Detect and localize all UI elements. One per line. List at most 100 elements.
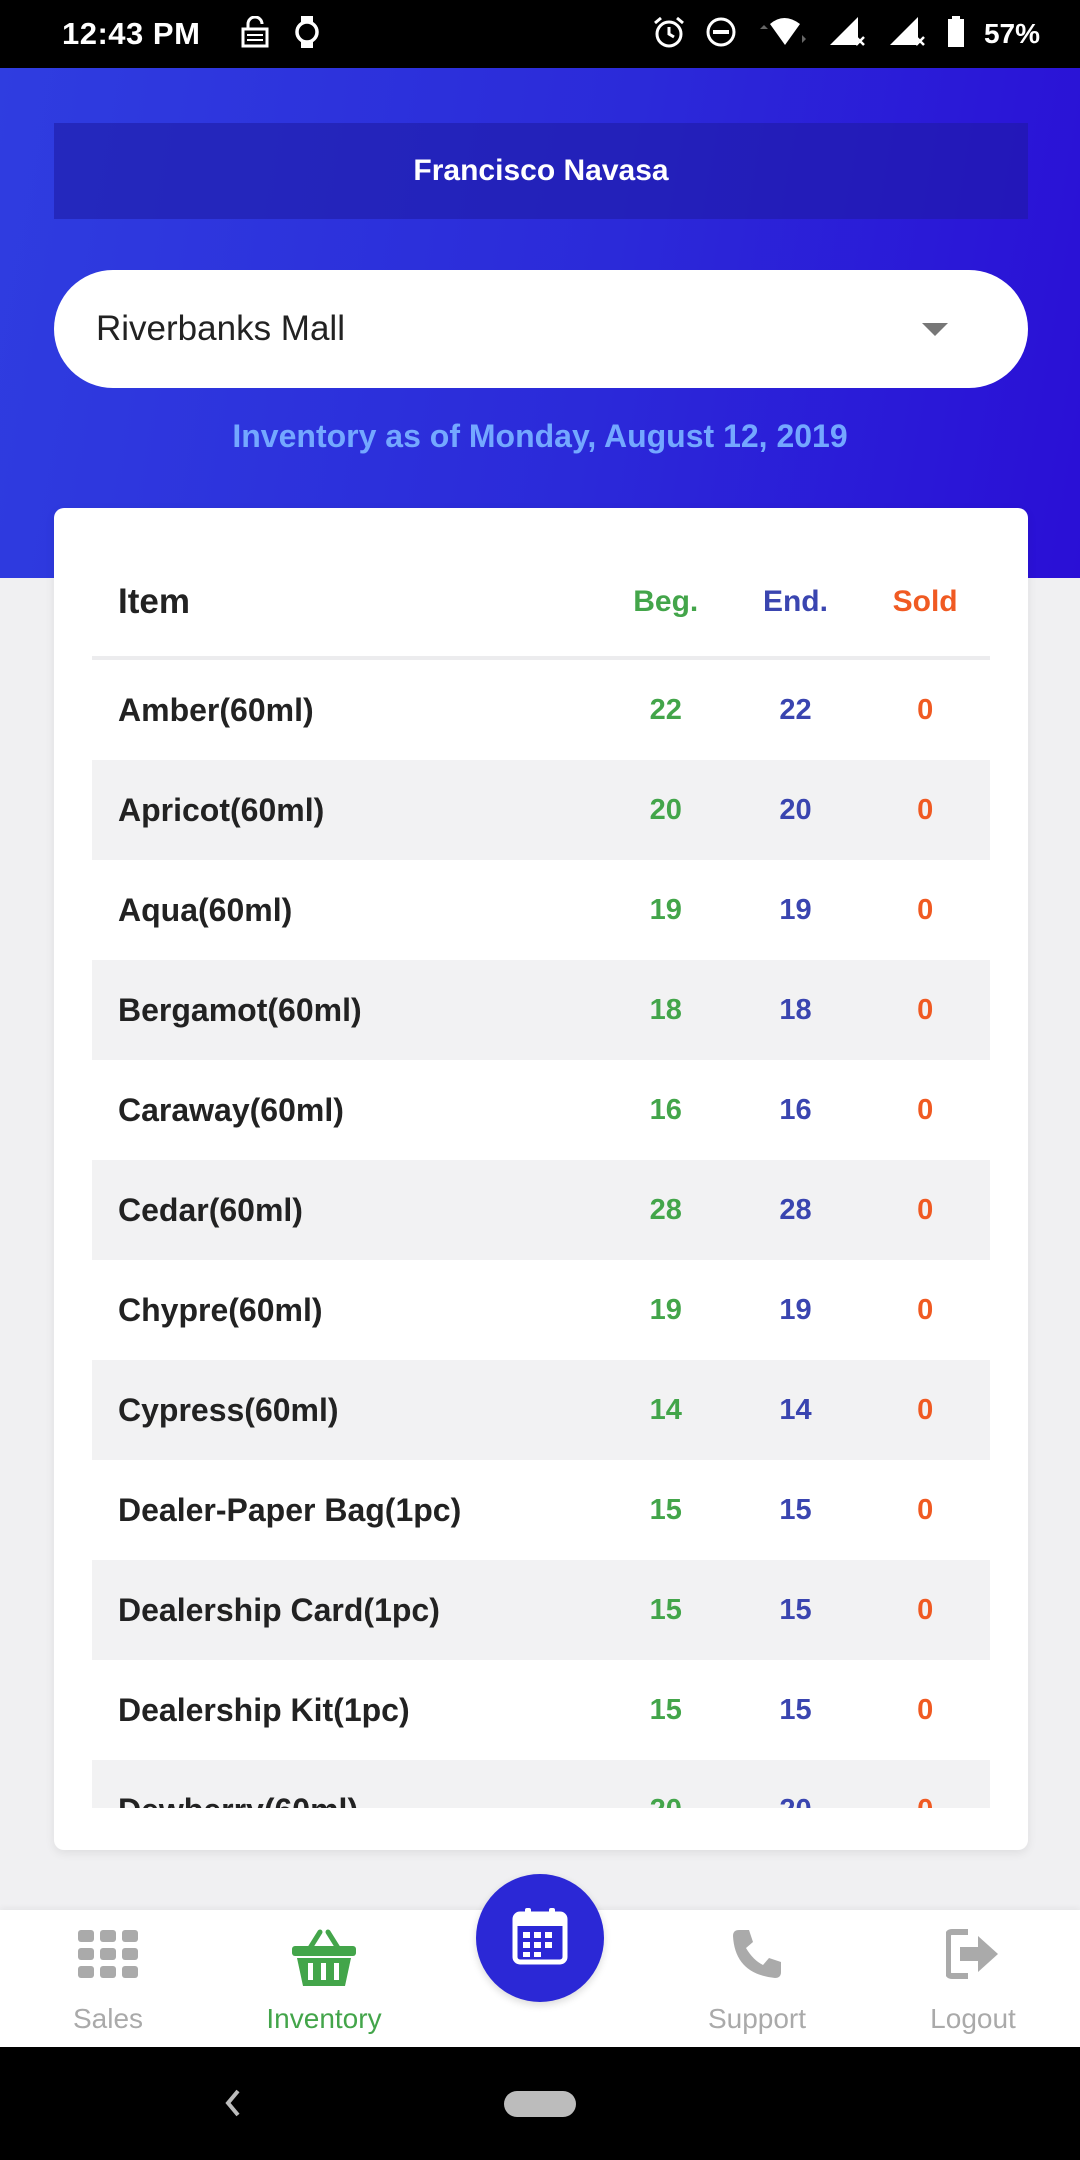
do-not-disturb-icon: [704, 15, 738, 54]
end-count: 19: [779, 1293, 812, 1326]
sold-count: 0: [917, 1693, 934, 1726]
grid-icon: [78, 1928, 138, 1985]
table-header: Item Beg. End. Sold: [92, 548, 990, 660]
sold-count: 0: [917, 1193, 934, 1226]
calendar-button[interactable]: [476, 1874, 604, 2002]
inventory-table-body[interactable]: Amber(60ml) 22 22 0 Apricot(60ml) 20 20 …: [92, 660, 990, 1808]
nav-inventory[interactable]: Inventory: [224, 1910, 424, 2047]
wifi-icon: [756, 15, 808, 54]
beg-count: 15: [649, 1493, 682, 1526]
table-row: Cypress(60ml) 14 14 0: [92, 1360, 990, 1460]
item-name: Dealer-Paper Bag(1pc): [118, 1491, 462, 1528]
end-count: 15: [779, 1593, 812, 1626]
battery-icon: [946, 15, 966, 54]
sold-count: 0: [917, 793, 934, 826]
table-row: Bergamot(60ml) 18 18 0: [92, 960, 990, 1060]
table-row: Chypre(60ml) 19 19 0: [92, 1260, 990, 1360]
item-name: Chypre(60ml): [118, 1291, 323, 1328]
end-count: 14: [779, 1393, 812, 1426]
beg-count: 22: [649, 693, 682, 726]
end-count: 28: [779, 1193, 812, 1226]
vpn-lock-icon: [240, 15, 270, 53]
end-count: 20: [779, 793, 812, 826]
item-name: Amber(60ml): [118, 691, 314, 728]
nav-inventory-label: Inventory: [266, 2003, 382, 2034]
status-right-icons: 57%: [652, 15, 1040, 54]
beg-count: 20: [649, 793, 682, 826]
table-row: Caraway(60ml) 16 16 0: [92, 1060, 990, 1160]
beg-count: 16: [649, 1093, 682, 1126]
end-count: 18: [779, 993, 812, 1026]
sold-count: 0: [917, 993, 934, 1026]
item-name: Aqua(60ml): [118, 891, 293, 928]
column-header-sold: Sold: [892, 585, 958, 618]
sold-count: 0: [917, 1593, 934, 1626]
user-name: Francisco Navasa: [413, 154, 669, 187]
basket-icon: [290, 1928, 358, 1993]
sold-count: 0: [917, 1293, 934, 1326]
nav-support[interactable]: Support: [657, 1910, 857, 2047]
chevron-down-icon: [922, 322, 948, 336]
user-name-banner: Francisco Navasa: [54, 123, 1028, 219]
back-icon[interactable]: [220, 2083, 246, 2128]
table-row: Dealership Card(1pc) 15 15 0: [92, 1560, 990, 1660]
nav-logout[interactable]: Logout: [873, 1910, 1073, 2047]
item-name: Dealership Card(1pc): [118, 1591, 440, 1628]
home-pill[interactable]: [504, 2091, 576, 2117]
sold-count: 0: [917, 893, 934, 926]
table-row: Cedar(60ml) 28 28 0: [92, 1160, 990, 1260]
alarm-icon: [652, 15, 686, 54]
beg-count: 15: [649, 1593, 682, 1626]
sold-count: 0: [860, 1794, 990, 1809]
column-header-beg: Beg.: [633, 585, 699, 618]
nav-sales[interactable]: Sales: [8, 1910, 208, 2047]
item-name: Bergamot(60ml): [118, 991, 362, 1028]
phone-icon: [731, 1928, 783, 1985]
item-name: Dealership Kit(1pc): [118, 1691, 410, 1728]
app-screen: 12:43 PM 57% Francisco Navasa Riverbanks…: [0, 0, 1080, 2160]
end-count: 22: [779, 693, 812, 726]
beg-count: 19: [649, 1293, 682, 1326]
table-row: Amber(60ml) 22 22 0: [92, 660, 990, 760]
store-select-value: Riverbanks Mall: [96, 309, 345, 348]
signal-icon: [826, 15, 868, 54]
beg-count: 19: [649, 893, 682, 926]
end-count: 16: [779, 1093, 812, 1126]
inventory-date: Inventory as of Monday, August 12, 2019: [232, 418, 848, 454]
end-count: 15: [779, 1693, 812, 1726]
calendar-icon: [512, 1907, 568, 1970]
column-header-end: End.: [762, 585, 828, 618]
item-name: Cedar(60ml): [118, 1191, 303, 1228]
sold-count: 0: [917, 1493, 934, 1526]
table-row: Dealership Kit(1pc) 15 15 0: [92, 1660, 990, 1760]
beg-count: 18: [649, 993, 682, 1026]
signal-icon: [886, 15, 928, 54]
beg-count: 15: [649, 1693, 682, 1726]
table-row: Dealer-Paper Bag(1pc) 15 15 0: [92, 1460, 990, 1560]
item-name: Dewberry(60ml): [92, 1792, 601, 1809]
inventory-card: Item Beg. End. Sold Amber(60ml) 22 22 0 …: [54, 508, 1028, 1850]
status-bar: 12:43 PM 57%: [0, 0, 1080, 68]
table-row: Dewberry(60ml) 20 20 0: [92, 1760, 990, 1808]
column-header-item: Item: [118, 582, 190, 621]
beg-count: 14: [649, 1393, 682, 1426]
sold-count: 0: [917, 693, 934, 726]
logout-icon: [945, 1928, 1000, 1985]
end-count: 20: [731, 1794, 861, 1809]
item-name: Apricot(60ml): [118, 791, 325, 828]
end-count: 15: [779, 1493, 812, 1526]
nav-sales-label: Sales: [72, 2003, 144, 2034]
table-row: Apricot(60ml) 20 20 0: [92, 760, 990, 860]
item-name: Cypress(60ml): [118, 1391, 339, 1428]
sold-count: 0: [917, 1093, 934, 1126]
battery-percent: 57%: [983, 18, 1040, 49]
beg-count: 28: [649, 1193, 682, 1226]
watch-icon: [294, 15, 320, 54]
item-name: Caraway(60ml): [118, 1091, 344, 1128]
store-select[interactable]: Riverbanks Mall: [54, 270, 1028, 388]
beg-count: 20: [601, 1794, 731, 1809]
system-nav-bar: [0, 2047, 1080, 2160]
nav-support-label: Support: [707, 2003, 807, 2034]
table-row: Aqua(60ml) 19 19 0: [92, 860, 990, 960]
nav-logout-label: Logout: [930, 2003, 1016, 2034]
